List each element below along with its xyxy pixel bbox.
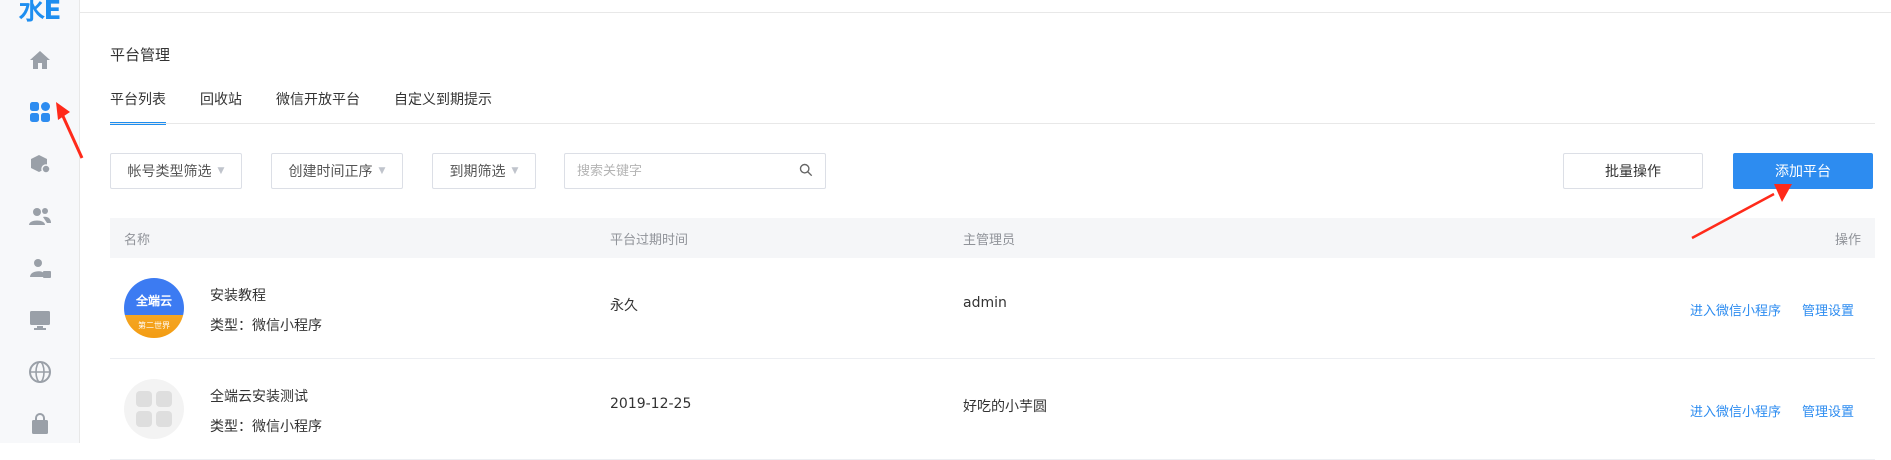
platform-type-value: 微信小程序 — [252, 318, 322, 334]
header-operations: 操作 — [1834, 233, 1861, 248]
header-expire-time: 平台过期时间 — [610, 233, 689, 248]
bag-icon[interactable] — [24, 408, 56, 440]
table-row: 全端云 第二世界 安装教程 类型：微信小程序 永久 admin 进入微信小程序 … — [110, 258, 1875, 359]
box-gear-icon[interactable] — [24, 148, 56, 180]
header-admin: 主管理员 — [963, 233, 1016, 248]
add-platform-button[interactable]: 添加平台 — [1733, 153, 1873, 189]
table-row: 全端云安装测试 类型：微信小程序 2019-12-25 好吃的小芋圆 进入微信小… — [110, 359, 1875, 460]
search-icon[interactable] — [799, 163, 813, 177]
apps-icon[interactable] — [24, 96, 56, 128]
tab-custom-expire-notice[interactable]: 自定义到期提示 — [394, 88, 492, 122]
account-type-filter-label: 帐号类型筛选 — [127, 164, 212, 180]
manage-settings-link[interactable]: 管理设置 — [1802, 401, 1854, 420]
logo: 水E — [18, 0, 62, 26]
batch-operation-button[interactable]: 批量操作 — [1563, 153, 1703, 189]
platform-type-label: 类型： — [210, 419, 252, 435]
platform-name: 安装教程 — [210, 288, 266, 304]
platform-type-label: 类型： — [210, 318, 252, 334]
admin-name: 好吃的小芋圆 — [963, 399, 1047, 415]
admin-name: admin — [963, 295, 1007, 311]
avatar-text: 全端云 — [135, 294, 172, 308]
table-header: 名称 平台过期时间 主管理员 操作 — [110, 218, 1875, 258]
manage-settings-link[interactable]: 管理设置 — [1802, 300, 1854, 319]
top-divider — [80, 12, 1891, 13]
home-icon[interactable] — [24, 44, 56, 76]
enter-mini-program-link[interactable]: 进入微信小程序 — [1690, 300, 1781, 319]
monitor-icon[interactable] — [24, 304, 56, 336]
enter-mini-program-link[interactable]: 进入微信小程序 — [1690, 401, 1781, 420]
expire-filter[interactable]: 到期筛选 ▼ — [432, 153, 536, 189]
expire-filter-label: 到期筛选 — [449, 164, 506, 180]
avatar-subtext: 第二世界 — [138, 321, 170, 330]
search-box — [564, 153, 826, 189]
create-time-sort[interactable]: 创建时间正序 ▼ — [271, 153, 403, 189]
user-lock-icon[interactable] — [24, 252, 56, 284]
tab-divider — [110, 123, 1875, 124]
platform-type: 类型：微信小程序 — [210, 315, 322, 335]
avatar: 全端云 第二世界 — [124, 278, 184, 338]
create-time-sort-label: 创建时间正序 — [288, 164, 373, 180]
tab-recycle-bin[interactable]: 回收站 — [200, 88, 242, 122]
sidebar: 水E — [0, 0, 80, 443]
search-input[interactable] — [575, 154, 799, 188]
platform-type: 类型：微信小程序 — [210, 416, 322, 436]
avatar — [124, 379, 184, 439]
tab-platform-list[interactable]: 平台列表 — [110, 88, 166, 125]
page-title: 平台管理 — [110, 46, 171, 64]
globe-icon[interactable] — [24, 356, 56, 388]
expire-time: 2019-12-25 — [610, 396, 692, 412]
platform-type-value: 微信小程序 — [252, 419, 322, 435]
chevron-down-icon: ▼ — [217, 166, 225, 176]
account-type-filter[interactable]: 帐号类型筛选 ▼ — [110, 153, 242, 189]
chevron-down-icon: ▼ — [378, 166, 386, 176]
tab-wechat-open-platform[interactable]: 微信开放平台 — [276, 88, 360, 122]
chevron-down-icon: ▼ — [511, 166, 519, 176]
users-icon[interactable] — [24, 200, 56, 232]
expire-time: 永久 — [610, 298, 638, 314]
tab-bar: 平台列表 回收站 微信开放平台 自定义到期提示 — [110, 88, 492, 125]
platform-name: 全端云安装测试 — [210, 389, 308, 405]
header-name: 名称 — [124, 233, 151, 248]
